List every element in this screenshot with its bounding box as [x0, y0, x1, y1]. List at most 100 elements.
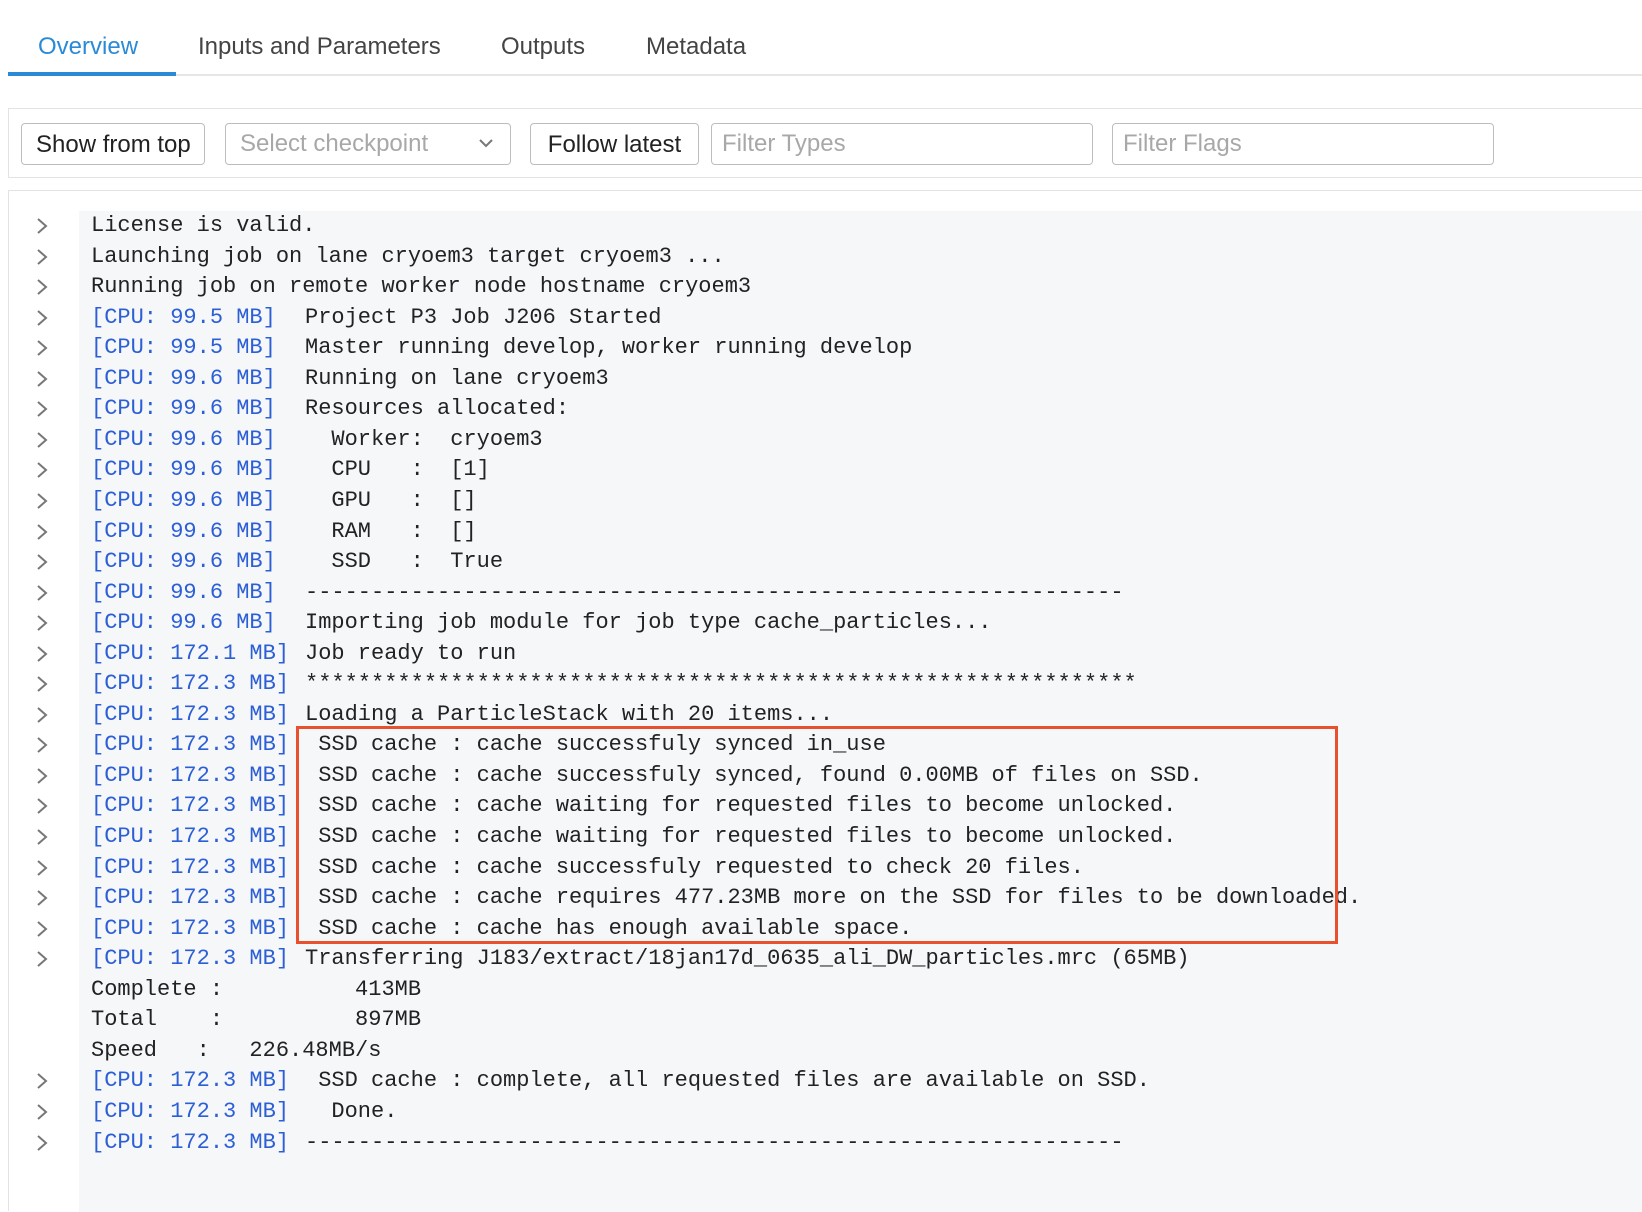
log-line: [CPU: 172.1 MB] Job ready to run: [79, 639, 1639, 669]
expand-chevron-icon[interactable]: [35, 486, 61, 516]
log-message: CPU : [1]: [305, 457, 490, 483]
log-line: [CPU: 99.5 MB] Project P3 Job J206 Starte…: [79, 303, 1639, 333]
expand-chevron-icon[interactable]: [35, 639, 61, 669]
log-line: [CPU: 99.6 MB] CPU : [1]: [79, 455, 1639, 485]
log-body: License is valid. Launching job on lane c…: [79, 211, 1642, 1212]
expand-chevron-icon[interactable]: [35, 669, 61, 699]
expand-chevron-icon[interactable]: [35, 853, 61, 883]
log-line: [CPU: 172.3 MB] Transferring J183/extract…: [79, 944, 1639, 974]
cpu-memory-tag: [CPU: 99.5 MB]: [91, 304, 276, 330]
tab-inputs-and-parameters[interactable]: Inputs and Parameters: [198, 0, 441, 76]
cpu-memory-tag: [CPU: 172.3 MB]: [91, 793, 290, 819]
log-line: [CPU: 99.6 MB] RAM : []: [79, 517, 1639, 547]
log-message: Loading a ParticleStack with 20 items...: [305, 701, 834, 727]
log-message: License is valid.: [91, 213, 316, 238]
log-line: License is valid.: [79, 211, 1639, 241]
log-message: Running on lane cryoem3: [305, 365, 609, 391]
expand-chevron-icon[interactable]: [35, 730, 61, 760]
show-from-top-button[interactable]: Show from top: [21, 123, 205, 165]
log-message: SSD cache : cache successfuly synced, fo…: [305, 762, 1203, 788]
log-line: [CPU: 172.3 MB] SSD cache : cache succes…: [79, 730, 1639, 760]
cpu-memory-tag: [CPU: 99.6 MB]: [91, 610, 276, 636]
expand-chevron-icon[interactable]: [35, 272, 61, 302]
cpu-memory-tag: [CPU: 172.3 MB]: [91, 701, 290, 727]
log-message: Speed : 226.48MB/s: [91, 1037, 382, 1063]
log-line: [CPU: 172.3 MB] SSD cache : cache has en…: [79, 914, 1639, 944]
cpu-memory-tag: [CPU: 99.6 MB]: [91, 396, 276, 422]
expand-chevron-icon[interactable]: [35, 944, 61, 974]
expand-chevron-icon[interactable]: [35, 608, 61, 638]
log-message: Master running develop, worker running d…: [305, 335, 913, 361]
cpu-memory-tag: [CPU: 172.3 MB]: [91, 854, 290, 880]
expand-chevron-icon[interactable]: [35, 425, 61, 455]
log-message: SSD cache : cache waiting for requested …: [305, 824, 1177, 849]
log-line: [CPU: 99.6 MB] Worker: cryoem3: [79, 425, 1639, 455]
cpu-memory-tag: [CPU: 172.3 MB]: [91, 1129, 290, 1155]
log-message: Resources allocated:: [305, 396, 570, 422]
log-line: [CPU: 172.3 MB] SSD cache : cache waitin…: [79, 791, 1639, 821]
tab-outputs[interactable]: Outputs: [501, 0, 585, 76]
log-line: [CPU: 172.3 MB] Loading a ParticleStack w…: [79, 700, 1639, 730]
log-line: Complete : 413MB: [79, 975, 1639, 1005]
expand-chevron-icon[interactable]: [35, 761, 61, 791]
log-line: [CPU: 172.3 MB] *************************…: [79, 669, 1639, 699]
cpu-memory-tag: [CPU: 172.3 MB]: [91, 762, 290, 788]
log-message: SSD cache : cache has enough available s…: [305, 915, 913, 941]
expand-chevron-icon[interactable]: [35, 1097, 61, 1127]
expand-chevron-icon[interactable]: [35, 822, 61, 852]
active-tab-indicator: [8, 72, 176, 76]
log-message: Done.: [305, 1098, 398, 1124]
expand-chevron-icon[interactable]: [35, 883, 61, 913]
log-message: Importing job module for job type cache_…: [305, 610, 992, 636]
chevron-down-icon: [478, 124, 494, 178]
expand-chevron-icon[interactable]: [35, 578, 61, 608]
expand-chevron-icon[interactable]: [35, 303, 61, 333]
expand-chevron-icon[interactable]: [35, 700, 61, 730]
cpu-memory-tag: [CPU: 172.3 MB]: [91, 885, 290, 911]
cpu-memory-tag: [CPU: 99.6 MB]: [91, 487, 276, 513]
expand-chevron-icon[interactable]: [35, 791, 61, 821]
log-message: Launching job on lane cryoem3 target cry…: [91, 243, 725, 269]
expand-chevron-icon[interactable]: [35, 547, 61, 577]
log-line: [CPU: 172.3 MB] SSD cache : cache requir…: [79, 883, 1639, 913]
checkpoint-select[interactable]: Select checkpoint: [225, 123, 511, 165]
expand-chevron-icon[interactable]: [35, 1128, 61, 1158]
cpu-memory-tag: [CPU: 172.1 MB]: [91, 640, 290, 666]
expand-chevron-icon[interactable]: [35, 333, 61, 363]
filter-flags-input[interactable]: [1112, 123, 1494, 165]
log-line: [CPU: 99.6 MB] Resources allocated:: [79, 394, 1639, 424]
cpu-memory-tag: [CPU: 99.6 MB]: [91, 365, 276, 391]
cpu-memory-tag: [CPU: 172.3 MB]: [91, 946, 290, 972]
checkpoint-select-placeholder: Select checkpoint: [240, 130, 429, 157]
log-message: SSD cache : cache successfuly synced in_…: [305, 732, 886, 758]
log-message: Worker: cryoem3: [305, 426, 543, 452]
follow-latest-button[interactable]: Follow latest: [530, 123, 699, 165]
log-message: Transferring J183/extract/18jan17d_0635_…: [305, 946, 1190, 972]
expand-chevron-icon[interactable]: [35, 211, 61, 241]
expand-chevron-icon[interactable]: [35, 394, 61, 424]
log-message: ----------------------------------------…: [305, 579, 1124, 605]
log-message: SSD cache : complete, all requested file…: [305, 1068, 1150, 1094]
log-message: SSD : True: [305, 549, 504, 575]
expand-chevron-icon[interactable]: [35, 242, 61, 272]
log-message: SSD cache : cache waiting for requested …: [305, 793, 1177, 819]
tab-metadata[interactable]: Metadata: [646, 0, 746, 76]
log-message: ****************************************…: [305, 671, 1137, 697]
expand-chevron-icon[interactable]: [35, 914, 61, 944]
cpu-memory-tag: [CPU: 99.6 MB]: [91, 457, 276, 483]
expand-chevron-icon[interactable]: [35, 1066, 61, 1096]
log-message: Job ready to run: [305, 640, 517, 666]
expand-chevron-icon[interactable]: [35, 517, 61, 547]
log-message: Project P3 Job J206 Started: [305, 304, 662, 330]
log-message: SSD cache : cache successfuly requested …: [305, 854, 1084, 880]
log-line: [CPU: 172.3 MB] -------------------------…: [79, 1128, 1639, 1158]
log-message: ----------------------------------------…: [305, 1129, 1124, 1155]
filter-types-input[interactable]: [711, 123, 1093, 165]
tab-overview[interactable]: Overview: [38, 0, 138, 76]
log-message: SSD cache : cache requires 477.23MB more…: [305, 885, 1362, 911]
expand-chevron-icon[interactable]: [35, 364, 61, 394]
log-line: [CPU: 172.3 MB] SSD cache : complete, al…: [79, 1066, 1639, 1096]
cpu-memory-tag: [CPU: 172.3 MB]: [91, 1098, 290, 1124]
expand-chevron-icon[interactable]: [35, 455, 61, 485]
cpu-memory-tag: [CPU: 172.3 MB]: [91, 824, 290, 849]
